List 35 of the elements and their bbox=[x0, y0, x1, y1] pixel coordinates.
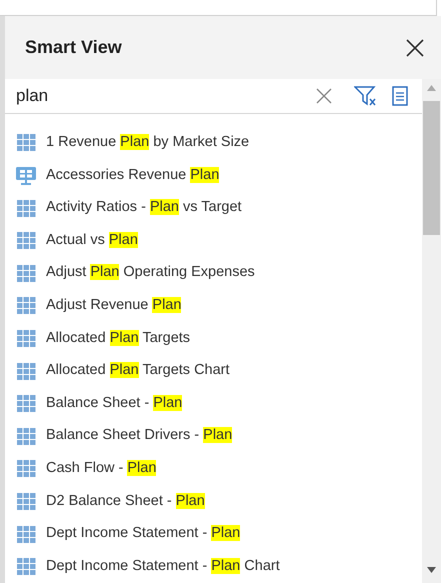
item-label[interactable]: 1 Revenue Plan by Market Size bbox=[46, 132, 250, 154]
grid-icon bbox=[16, 493, 36, 510]
item-label[interactable]: Cash Flow - Plan bbox=[46, 458, 156, 480]
grid-icon bbox=[16, 362, 36, 380]
clear-filter-button[interactable] bbox=[354, 84, 378, 107]
panel-title: Smart View bbox=[25, 36, 122, 59]
grid-icon bbox=[16, 526, 36, 543]
item-label[interactable]: D2 Balance Sheet - Plan bbox=[46, 490, 205, 512]
item-label[interactable]: Actual vs Plan bbox=[46, 230, 138, 252]
item-label[interactable]: Balance Sheet Drivers - Plan bbox=[46, 425, 232, 448]
item-label[interactable]: Dept Income Statement - Plan Chart bbox=[46, 556, 280, 578]
grid-icon bbox=[16, 428, 36, 445]
item-label[interactable]: Adjust Revenue Plan bbox=[46, 295, 182, 317]
grid-icon bbox=[16, 200, 36, 217]
item-label[interactable]: Accessories Revenue Plan bbox=[46, 164, 220, 186]
grid-icon bbox=[16, 395, 36, 412]
grid-icon bbox=[16, 558, 36, 576]
item-label[interactable]: Adjust Plan Operating Expenses bbox=[46, 262, 255, 284]
item-label[interactable]: Balance Sheet - Plan bbox=[46, 392, 182, 415]
monitor-icon bbox=[16, 166, 36, 185]
grid-icon bbox=[16, 134, 36, 152]
grid-icon bbox=[16, 460, 36, 478]
item-label[interactable]: Dept Income Statement - Plan bbox=[46, 523, 240, 545]
grid-icon bbox=[16, 297, 36, 314]
grid-icon bbox=[16, 264, 36, 282]
item-label[interactable]: Allocated Plan Targets bbox=[46, 328, 190, 350]
scrollbar-thumb[interactable] bbox=[423, 101, 440, 235]
scroll-down-icon[interactable] bbox=[427, 567, 436, 573]
search-field[interactable]: plan bbox=[16, 83, 315, 109]
clear-search-button[interactable] bbox=[315, 86, 333, 105]
item-label[interactable]: Activity Ratios - Plan vs Target bbox=[46, 197, 242, 220]
grid-icon bbox=[16, 232, 36, 250]
details-button[interactable] bbox=[392, 86, 408, 106]
grid-icon bbox=[16, 330, 36, 348]
item-label[interactable]: Allocated Plan Targets Chart bbox=[46, 360, 230, 382]
